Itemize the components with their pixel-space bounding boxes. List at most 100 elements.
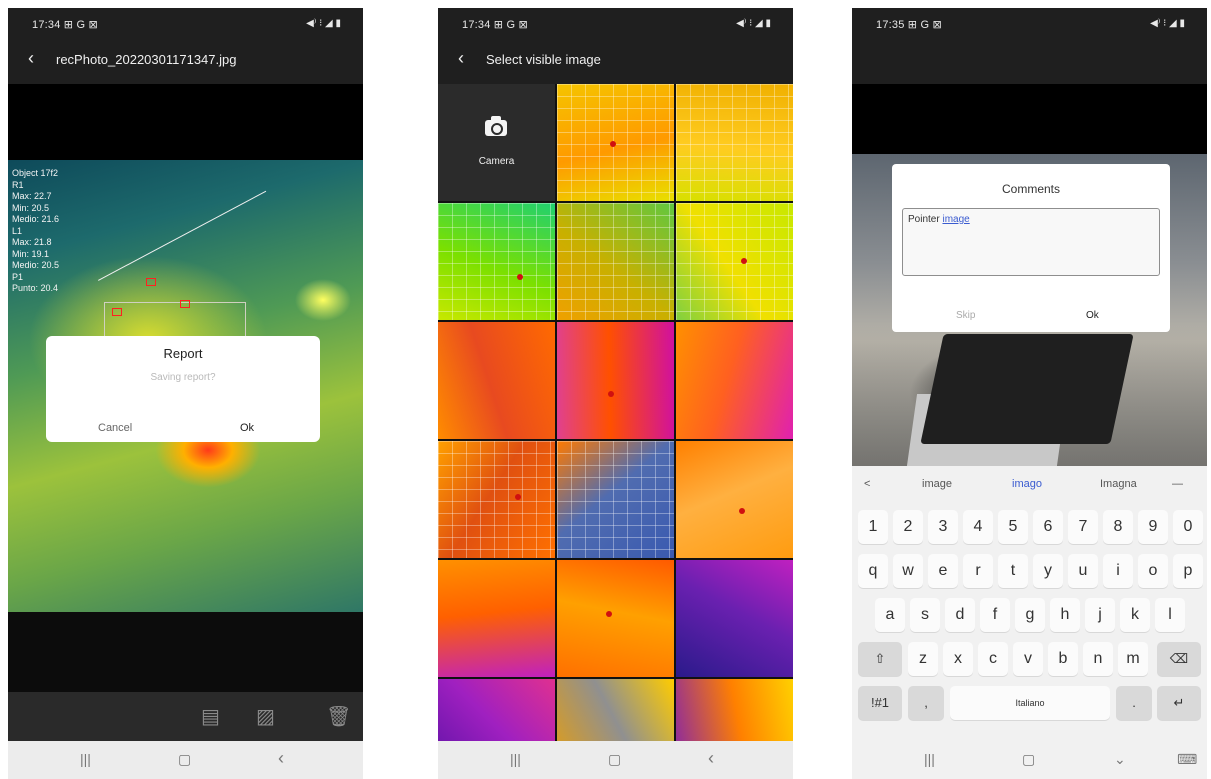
thermal-thumbnail[interactable]: [676, 679, 793, 741]
thermal-thumbnail[interactable]: [438, 679, 555, 741]
backspace-key[interactable]: ⌫: [1157, 642, 1201, 676]
key-6[interactable]: 6: [1033, 510, 1063, 544]
key-e[interactable]: e: [928, 554, 958, 588]
key-i[interactable]: i: [1103, 554, 1133, 588]
key-5[interactable]: 5: [998, 510, 1028, 544]
thermal-thumbnail[interactable]: [438, 203, 555, 320]
hotspot-marker: [146, 278, 156, 286]
thermal-thumbnail[interactable]: [676, 441, 793, 558]
thermal-thumbnail[interactable]: [438, 441, 555, 558]
key-y[interactable]: y: [1033, 554, 1063, 588]
report-icon[interactable]: ▤: [201, 704, 220, 729]
key-0[interactable]: 0: [1173, 510, 1203, 544]
back-arrow-icon[interactable]: ‹: [458, 48, 464, 69]
export-image-icon[interactable]: ▨: [256, 704, 275, 729]
period-key[interactable]: .: [1116, 686, 1152, 720]
thermal-thumbnail[interactable]: [676, 84, 793, 201]
dialog-title: Comments: [1001, 182, 1060, 196]
hotspot-dot: [517, 274, 523, 280]
thermal-thumbnail[interactable]: [557, 560, 674, 677]
key-l[interactable]: l: [1155, 598, 1185, 632]
key-2[interactable]: 2: [893, 510, 923, 544]
key-a[interactable]: a: [875, 598, 905, 632]
key-h[interactable]: h: [1050, 598, 1080, 632]
key-w[interactable]: w: [893, 554, 923, 588]
thermal-thumbnail[interactable]: [438, 560, 555, 677]
key-s[interactable]: s: [910, 598, 940, 632]
space-key[interactable]: Italiano: [950, 686, 1110, 720]
thermal-thumbnail[interactable]: [438, 322, 555, 439]
suggestion-back-icon[interactable]: <: [864, 478, 870, 490]
key-3[interactable]: 3: [928, 510, 958, 544]
delete-icon[interactable]: 🗑: [326, 704, 351, 729]
symbols-key[interactable]: !#1: [858, 686, 902, 720]
home-icon[interactable]: ▢: [178, 751, 191, 768]
suggestion-more-icon[interactable]: —: [1172, 478, 1183, 490]
comments-dialog: Comments Pointer image Skip Ok: [892, 164, 1170, 332]
key-7[interactable]: 7: [1068, 510, 1098, 544]
image-bottom-padding: [8, 612, 363, 692]
ok-button[interactable]: Ok: [240, 422, 254, 434]
key-d[interactable]: d: [945, 598, 975, 632]
key-q[interactable]: q: [858, 554, 888, 588]
comment-textarea[interactable]: Pointer image: [902, 208, 1160, 276]
key-m[interactable]: m: [1118, 642, 1148, 676]
suggestion-word[interactable]: imago: [1012, 478, 1042, 490]
key-c[interactable]: c: [978, 642, 1008, 676]
key-o[interactable]: o: [1138, 554, 1168, 588]
thermal-thumbnail[interactable]: [557, 679, 674, 741]
shift-key[interactable]: ⇧: [858, 642, 902, 676]
key-n[interactable]: n: [1083, 642, 1113, 676]
ok-button[interactable]: Ok: [1086, 310, 1099, 321]
back-icon[interactable]: ‹: [708, 748, 714, 769]
thermal-thumbnail[interactable]: [676, 322, 793, 439]
keyboard-menu-icon[interactable]: ⌨: [1177, 751, 1197, 768]
readout-line: Medio: 20.5: [12, 260, 60, 270]
hide-keyboard-icon[interactable]: ⌄: [1114, 751, 1126, 768]
key-f[interactable]: f: [980, 598, 1010, 632]
thermal-thumbnail[interactable]: [557, 322, 674, 439]
comma-key[interactable]: ,: [908, 686, 944, 720]
back-arrow-icon[interactable]: ‹: [28, 48, 34, 69]
status-time: 17:35 ⊞ G ⊠: [876, 19, 942, 31]
skip-button[interactable]: Skip: [956, 310, 975, 321]
key-b[interactable]: b: [1048, 642, 1078, 676]
home-icon[interactable]: ▢: [1022, 751, 1035, 768]
key-1[interactable]: 1: [858, 510, 888, 544]
key-j[interactable]: j: [1085, 598, 1115, 632]
key-p[interactable]: p: [1173, 554, 1203, 588]
key-t[interactable]: t: [998, 554, 1028, 588]
thermal-thumbnail[interactable]: [676, 203, 793, 320]
key-k[interactable]: k: [1120, 598, 1150, 632]
thermal-thumbnail[interactable]: [557, 203, 674, 320]
panel-grid-overlay: [438, 203, 555, 320]
cancel-button[interactable]: Cancel: [98, 422, 132, 434]
recents-icon[interactable]: |||: [924, 751, 935, 767]
readout-line: L1: [12, 225, 23, 236]
key-g[interactable]: g: [1015, 598, 1045, 632]
enter-key[interactable]: ↵: [1157, 686, 1201, 720]
readout-line: Min: 20.5: [12, 202, 50, 213]
key-z[interactable]: z: [908, 642, 938, 676]
key-r[interactable]: r: [963, 554, 993, 588]
system-nav-bar: ||| ▢ ⌄ ⌨: [852, 741, 1207, 779]
panel-grid-overlay: [557, 203, 674, 320]
back-icon[interactable]: ‹: [278, 748, 284, 769]
thermal-thumbnail[interactable]: [557, 84, 674, 201]
key-u[interactable]: u: [1068, 554, 1098, 588]
key-8[interactable]: 8: [1103, 510, 1133, 544]
report-dialog: Report Saving report? Cancel Ok: [46, 336, 320, 442]
key-9[interactable]: 9: [1138, 510, 1168, 544]
suggestion-word[interactable]: image: [922, 478, 952, 490]
status-icons: ◀⁾ ⁝ ◢ ▮: [736, 18, 771, 29]
suggestion-word[interactable]: Imagna: [1100, 478, 1137, 490]
thermal-thumbnail[interactable]: [676, 560, 793, 677]
key-4[interactable]: 4: [963, 510, 993, 544]
recents-icon[interactable]: |||: [510, 751, 521, 767]
key-x[interactable]: x: [943, 642, 973, 676]
key-v[interactable]: v: [1013, 642, 1043, 676]
thermal-thumbnail[interactable]: [557, 441, 674, 558]
home-icon[interactable]: ▢: [608, 751, 621, 768]
camera-tile[interactable]: Camera: [438, 84, 555, 201]
recents-icon[interactable]: |||: [80, 751, 91, 767]
